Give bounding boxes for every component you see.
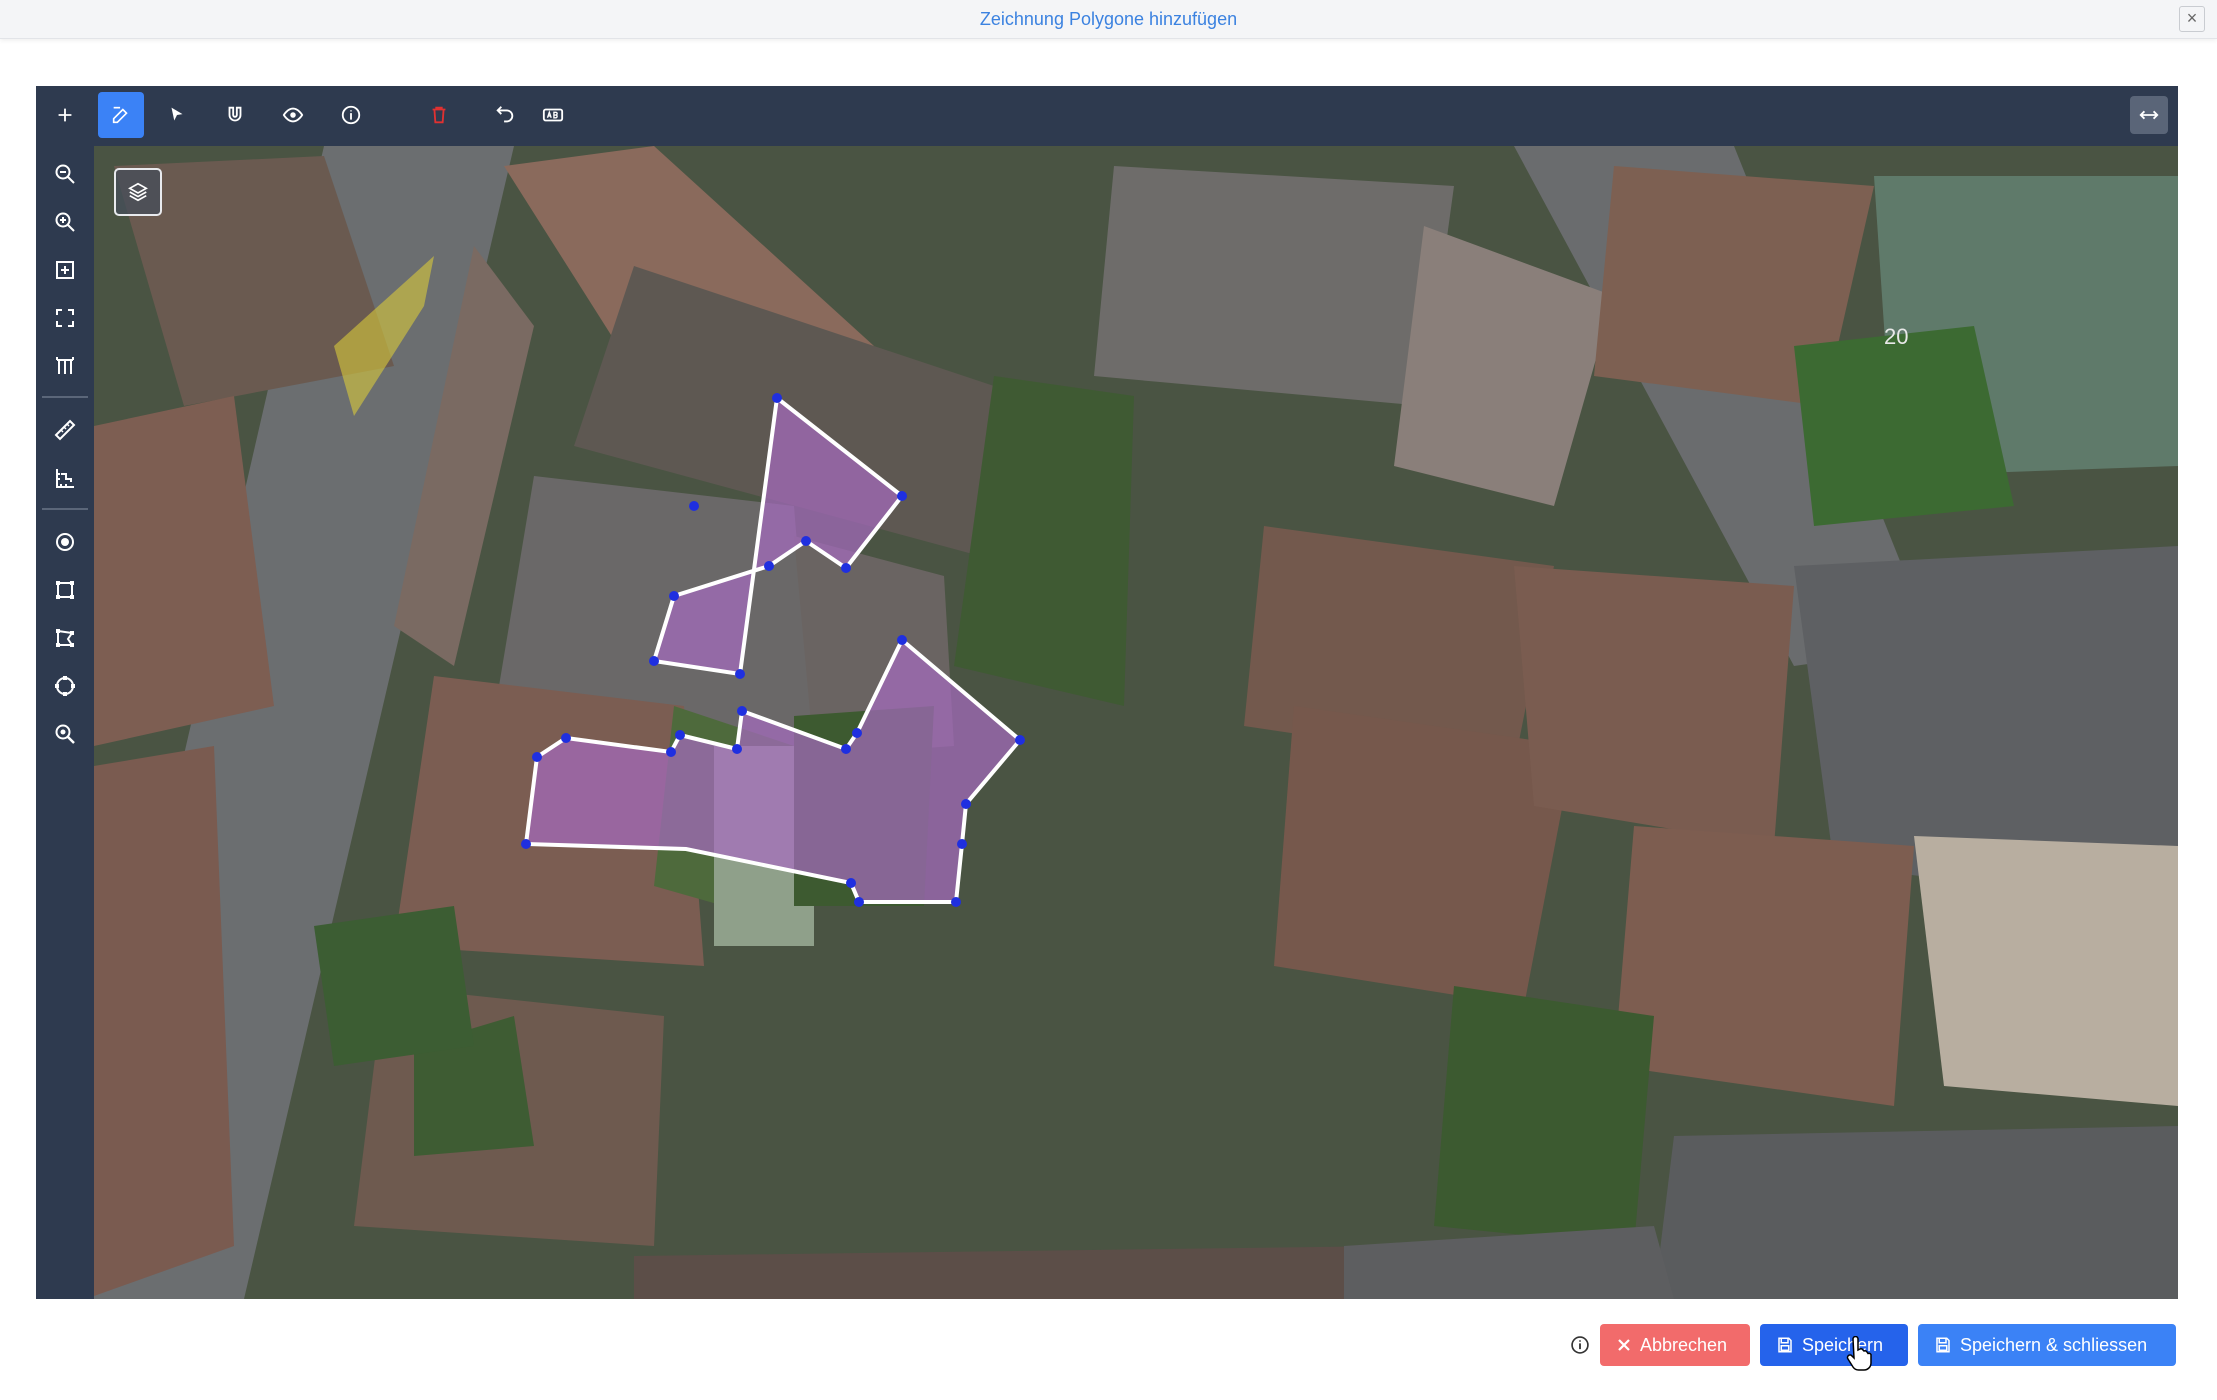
delete-icon bbox=[432, 106, 446, 124]
toolbar-divider bbox=[42, 508, 88, 510]
select-icon bbox=[171, 107, 183, 121]
left-toolbar bbox=[36, 144, 94, 1299]
close-icon bbox=[1616, 1337, 1632, 1353]
toolbar-divider bbox=[42, 396, 88, 398]
info-button[interactable] bbox=[328, 92, 374, 138]
edit-button[interactable] bbox=[98, 92, 144, 138]
measure-area-button[interactable] bbox=[42, 458, 88, 498]
floppy-disk-icon bbox=[1776, 1336, 1794, 1354]
cancel-label: Abbrechen bbox=[1640, 1334, 1728, 1355]
zoom-in-icon bbox=[55, 212, 75, 232]
dialog-titlebar: Zeichnung Polygone hinzufügen × bbox=[0, 0, 2217, 39]
layers-icon bbox=[128, 182, 148, 202]
circle-icon bbox=[55, 676, 75, 696]
polygon-edit-icon bbox=[56, 629, 74, 647]
add-icon bbox=[58, 108, 72, 122]
scale-bar-button[interactable] bbox=[42, 346, 88, 386]
street-marking: 20 bbox=[1884, 324, 1908, 349]
zoom-in-button[interactable] bbox=[42, 202, 88, 242]
polygon-icon bbox=[56, 581, 74, 599]
visibility-button[interactable] bbox=[270, 92, 316, 138]
measure-distance-icon bbox=[54, 419, 76, 441]
expand-horizontal-icon bbox=[2139, 110, 2159, 120]
delete-button[interactable] bbox=[416, 92, 462, 138]
zoom-out-button[interactable] bbox=[42, 154, 88, 194]
aerial-imagery: 20 bbox=[94, 146, 2178, 1299]
zoom-search-icon bbox=[55, 724, 75, 744]
magnet-icon bbox=[228, 106, 242, 122]
cancel-button[interactable]: Abbrechen bbox=[1600, 1324, 1750, 1366]
zoom-box-button[interactable] bbox=[42, 250, 88, 290]
dialog-title: Zeichnung Polygone hinzufügen bbox=[979, 9, 1238, 29]
draw-circle-button[interactable] bbox=[42, 666, 88, 706]
snap-button[interactable] bbox=[212, 92, 258, 138]
measure-distance-button[interactable] bbox=[42, 410, 88, 450]
close-button[interactable]: × bbox=[2179, 6, 2205, 32]
floppy-disk-icon bbox=[1934, 1336, 1952, 1354]
draw-freeform-button[interactable] bbox=[42, 618, 88, 658]
zoom-box-icon bbox=[56, 261, 74, 279]
measure-area-icon bbox=[56, 469, 74, 488]
save-button[interactable]: Speichern bbox=[1760, 1324, 1908, 1366]
undo-icon bbox=[496, 106, 514, 123]
info-icon bbox=[341, 105, 361, 125]
add-button[interactable] bbox=[42, 92, 88, 138]
zoom-out-icon bbox=[55, 164, 75, 184]
layer-switcher-button[interactable] bbox=[114, 168, 162, 216]
hand-cursor-icon bbox=[1846, 1336, 1872, 1371]
info-icon[interactable] bbox=[1570, 1335, 1590, 1355]
label-icon bbox=[542, 108, 564, 122]
full-extent-button[interactable] bbox=[42, 298, 88, 338]
point-icon bbox=[56, 533, 74, 551]
map-canvas[interactable]: 20 bbox=[94, 146, 2178, 1299]
select-button[interactable] bbox=[154, 92, 200, 138]
expand-button[interactable] bbox=[2130, 96, 2168, 134]
label-button[interactable] bbox=[530, 92, 576, 138]
scale-bar-icon bbox=[56, 357, 74, 374]
undo-button[interactable] bbox=[482, 92, 528, 138]
zoom-search-button[interactable] bbox=[42, 714, 88, 754]
full-extent-icon bbox=[56, 309, 74, 327]
draw-polygon-button[interactable] bbox=[42, 570, 88, 610]
edit-icon bbox=[112, 106, 128, 124]
top-toolbar bbox=[36, 86, 2178, 144]
save-and-close-label: Speichern & schliessen bbox=[1960, 1334, 2148, 1355]
map-editor: 20 bbox=[36, 86, 2178, 1299]
draw-point-button[interactable] bbox=[42, 522, 88, 562]
eye-icon bbox=[282, 107, 304, 123]
save-and-close-button[interactable]: Speichern & schliessen bbox=[1918, 1324, 2176, 1366]
